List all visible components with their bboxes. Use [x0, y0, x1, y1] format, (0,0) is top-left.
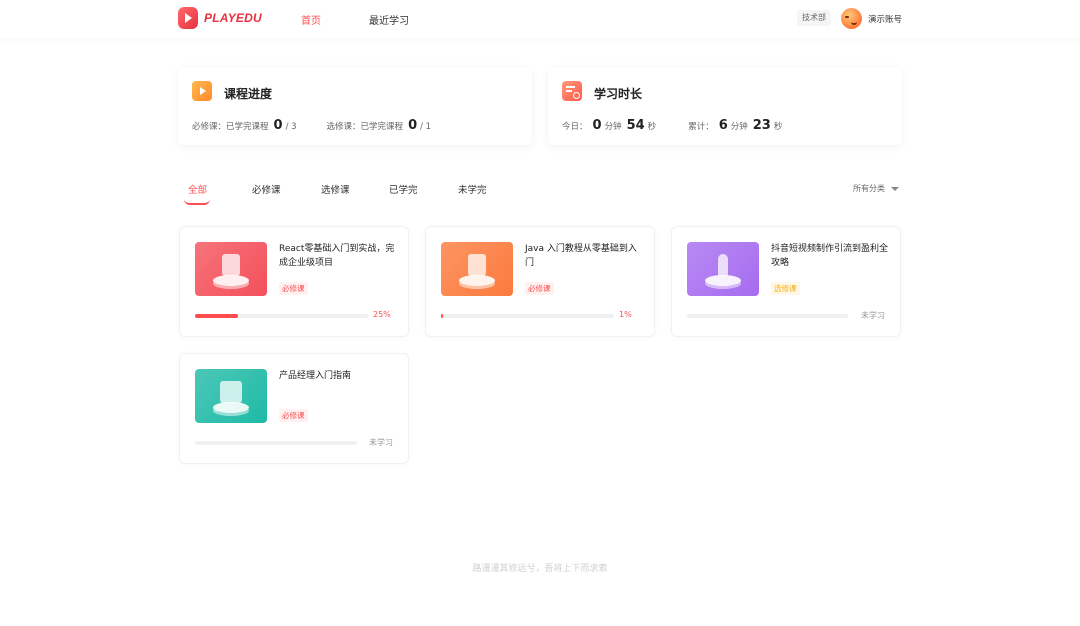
- logo-play-icon: [178, 7, 198, 29]
- course-title: 产品经理入门指南: [279, 371, 352, 381]
- course-thumbnail: [195, 369, 267, 423]
- progress-bar: [195, 441, 357, 445]
- course-card[interactable]: Java 入门教程从零基础到入门 必修课 1%: [425, 226, 655, 337]
- rocket-icon: [718, 254, 728, 276]
- course-type-tag: 必修课: [525, 282, 554, 295]
- top-header: PLAYEDU 首页 最近学习 技术部 演示账号: [0, 0, 1080, 38]
- study-duration-card: 学习时长 今日： 0 分钟 54 秒 累计： 6 分钟 23 秒: [548, 68, 902, 145]
- today-seconds: 54: [626, 118, 645, 133]
- progress-text: 1%: [619, 310, 632, 319]
- course-thumbnail: [687, 242, 759, 296]
- course-type-tag: 必修课: [279, 409, 308, 422]
- course-title: Java 入门教程从零基础到入门: [525, 244, 637, 268]
- progress-text: 未学习: [861, 311, 885, 320]
- tab-completed[interactable]: 已学完: [389, 182, 418, 196]
- category-dropdown-label: 所有分类: [853, 184, 885, 193]
- footer-motto: 路漫漫其修远兮，吾将上下而求索: [472, 564, 608, 574]
- course-progress-title: 课程进度: [224, 87, 273, 101]
- course-title: React零基础入门到实战，完成企业级项目: [279, 244, 395, 268]
- today-seconds-unit: 秒: [647, 122, 657, 132]
- progress-fill: [441, 314, 443, 318]
- category-dropdown[interactable]: 所有分类: [853, 183, 899, 194]
- progress-fill: [195, 314, 239, 318]
- tab-all-label: 全部: [188, 185, 208, 196]
- required-total: / 3: [285, 122, 297, 132]
- progress-bar: [195, 314, 368, 318]
- course-thumbnail: [195, 242, 267, 296]
- progress-bar: [441, 314, 614, 318]
- course-type-tag: 必修课: [279, 282, 308, 295]
- tab-elective[interactable]: 选修课: [321, 182, 350, 196]
- course-card[interactable]: React零基础入门到实战，完成企业级项目 必修课 25%: [179, 226, 409, 337]
- course-title: 抖音短视频制作引流到盈利全攻略: [771, 244, 889, 268]
- elective-total: / 1: [420, 122, 432, 132]
- platform-graphic: [459, 275, 495, 286]
- active-tab-underline: [184, 199, 210, 205]
- play-folder-icon: [192, 81, 212, 101]
- department-badge: 技术部: [797, 10, 831, 26]
- progress-text: 25%: [373, 310, 391, 319]
- study-duration-title: 学习时长: [594, 87, 643, 101]
- total-seconds-unit: 秒: [773, 122, 783, 132]
- platform-graphic: [213, 402, 249, 413]
- elective-done-count: 0: [408, 118, 418, 133]
- today-label: 今日：: [562, 122, 588, 132]
- user-name[interactable]: 演示账号: [868, 13, 902, 25]
- tab-not-completed[interactable]: 未学完: [458, 182, 487, 196]
- today-minutes: 0: [592, 118, 602, 133]
- nav-home[interactable]: 首页: [301, 12, 321, 27]
- course-card[interactable]: 抖音短视频制作引流到盈利全攻略 选修课 未学习: [671, 226, 901, 337]
- elective-label: 选修课：已学完课程: [326, 122, 404, 132]
- paper-icon: [222, 254, 240, 276]
- platform-graphic: [213, 275, 249, 286]
- progress-bar: [687, 314, 848, 318]
- required-label: 必修课：已学完课程: [192, 122, 269, 132]
- total-minutes-unit: 分钟: [730, 122, 748, 132]
- today-minutes-unit: 分钟: [604, 122, 622, 132]
- user-avatar[interactable]: [841, 8, 862, 29]
- platform-graphic: [705, 275, 741, 286]
- total-seconds: 23: [752, 118, 771, 133]
- logo-text: PLAYEDU: [204, 11, 262, 25]
- course-thumbnail: [441, 242, 513, 296]
- total-minutes: 6: [718, 118, 728, 133]
- tab-required[interactable]: 必修课: [252, 182, 281, 196]
- total-label: 累计：: [688, 122, 714, 132]
- course-progress-card: 课程进度 必修课：已学完课程 0 / 3 选修课：已学完课程 0 / 1: [178, 68, 532, 145]
- required-done-count: 0: [273, 118, 283, 133]
- caret-down-icon: [891, 186, 899, 191]
- clock-document-icon: [562, 81, 582, 101]
- course-card[interactable]: 产品经理入门指南 必修课 未学习: [179, 353, 409, 464]
- chart-board-icon: [468, 254, 486, 276]
- nav-recent-study[interactable]: 最近学习: [369, 12, 409, 27]
- book-icon: [220, 381, 242, 403]
- course-type-tag: 选修课: [771, 282, 800, 295]
- course-progress-values: 必修课：已学完课程 0 / 3 选修课：已学完课程 0 / 1: [192, 118, 431, 133]
- logo[interactable]: PLAYEDU: [178, 6, 262, 30]
- tab-all[interactable]: 全部: [184, 182, 210, 205]
- progress-text: 未学习: [369, 438, 393, 447]
- study-duration-values: 今日： 0 分钟 54 秒 累计： 6 分钟 23 秒: [562, 118, 782, 133]
